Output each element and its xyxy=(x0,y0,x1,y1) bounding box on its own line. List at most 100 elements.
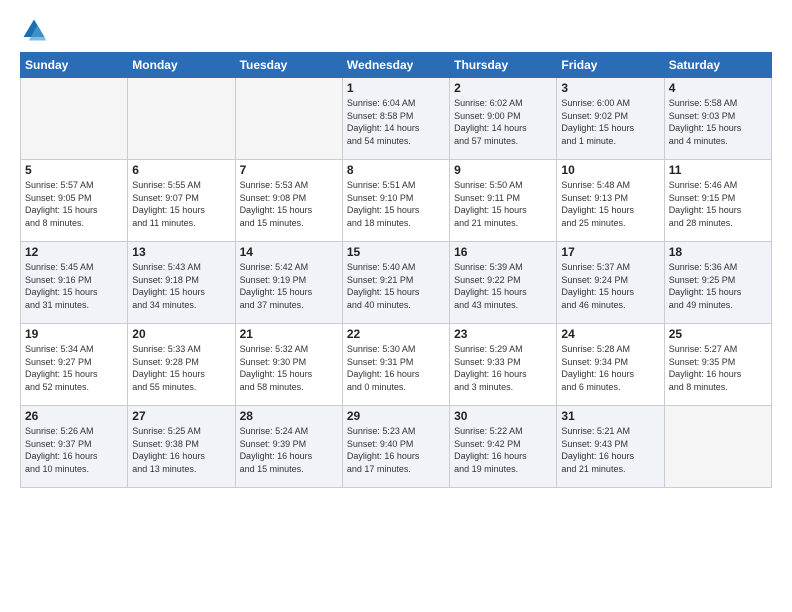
day-cell: 21 Sunrise: 5:32 AM Sunset: 9:30 PM Dayli… xyxy=(235,324,342,406)
day-info: Sunrise: 5:25 AM Sunset: 9:38 PM Dayligh… xyxy=(132,425,230,475)
week-row-1: 1 Sunrise: 6:04 AM Sunset: 8:58 PM Daylig… xyxy=(21,78,772,160)
day-info: Sunrise: 5:24 AM Sunset: 9:39 PM Dayligh… xyxy=(240,425,338,475)
day-cell: 11 Sunrise: 5:46 AM Sunset: 9:15 PM Dayli… xyxy=(664,160,771,242)
day-info: Sunrise: 6:04 AM Sunset: 8:58 PM Dayligh… xyxy=(347,97,445,147)
header-cell-saturday: Saturday xyxy=(664,53,771,78)
day-cell: 5Sunrise: 5:57 AM Sunset: 9:05 PM Daylig… xyxy=(21,160,128,242)
day-cell: 19 Sunrise: 5:34 AM Sunset: 9:27 PM Dayli… xyxy=(21,324,128,406)
day-number: 12 xyxy=(25,245,123,259)
day-number: 17 xyxy=(561,245,659,259)
week-row-4: 19 Sunrise: 5:34 AM Sunset: 9:27 PM Dayli… xyxy=(21,324,772,406)
day-info: Sunrise: 5:48 AM Sunset: 9:13 PM Dayligh… xyxy=(561,179,659,229)
day-info: Sunrise: 5:45 AM Sunset: 9:16 PM Dayligh… xyxy=(25,261,123,311)
day-number: 8 xyxy=(347,163,445,177)
logo-icon xyxy=(20,16,48,44)
day-info: Sunrise: 5:39 AM Sunset: 9:22 PM Dayligh… xyxy=(454,261,552,311)
page: SundayMondayTuesdayWednesdayThursdayFrid… xyxy=(0,0,792,612)
day-info: Sunrise: 5:37 AM Sunset: 9:24 PM Dayligh… xyxy=(561,261,659,311)
day-number: 10 xyxy=(561,163,659,177)
day-cell: 12 Sunrise: 5:45 AM Sunset: 9:16 PM Dayli… xyxy=(21,242,128,324)
day-info: Sunrise: 5:53 AM Sunset: 9:08 PM Dayligh… xyxy=(240,179,338,229)
day-info: Sunrise: 5:42 AM Sunset: 9:19 PM Dayligh… xyxy=(240,261,338,311)
day-number: 19 xyxy=(25,327,123,341)
day-info: Sunrise: 5:50 AM Sunset: 9:11 PM Dayligh… xyxy=(454,179,552,229)
header-cell-thursday: Thursday xyxy=(450,53,557,78)
day-cell: 3 Sunrise: 6:00 AM Sunset: 9:02 PM Daylig… xyxy=(557,78,664,160)
day-number: 6 xyxy=(132,163,230,177)
day-cell: 26Sunrise: 5:26 AM Sunset: 9:37 PM Dayli… xyxy=(21,406,128,488)
day-number: 3 xyxy=(561,81,659,95)
day-info: Sunrise: 6:00 AM Sunset: 9:02 PM Dayligh… xyxy=(561,97,659,147)
day-cell xyxy=(128,78,235,160)
header-cell-friday: Friday xyxy=(557,53,664,78)
header-cell-tuesday: Tuesday xyxy=(235,53,342,78)
day-cell: 10 Sunrise: 5:48 AM Sunset: 9:13 PM Dayli… xyxy=(557,160,664,242)
day-info: Sunrise: 5:58 AM Sunset: 9:03 PM Dayligh… xyxy=(669,97,767,147)
day-info: Sunrise: 5:28 AM Sunset: 9:34 PM Dayligh… xyxy=(561,343,659,393)
day-info: Sunrise: 6:02 AM Sunset: 9:00 PM Dayligh… xyxy=(454,97,552,147)
day-number: 1 xyxy=(347,81,445,95)
day-number: 9 xyxy=(454,163,552,177)
week-row-3: 12 Sunrise: 5:45 AM Sunset: 9:16 PM Dayli… xyxy=(21,242,772,324)
day-cell: 25Sunrise: 5:27 AM Sunset: 9:35 PM Dayli… xyxy=(664,324,771,406)
day-info: Sunrise: 5:27 AM Sunset: 9:35 PM Dayligh… xyxy=(669,343,767,393)
day-info: Sunrise: 5:23 AM Sunset: 9:40 PM Dayligh… xyxy=(347,425,445,475)
day-number: 27 xyxy=(132,409,230,423)
day-cell: 30 Sunrise: 5:22 AM Sunset: 9:42 PM Dayli… xyxy=(450,406,557,488)
day-cell: 8 Sunrise: 5:51 AM Sunset: 9:10 PM Daylig… xyxy=(342,160,449,242)
day-cell: 23 Sunrise: 5:29 AM Sunset: 9:33 PM Dayli… xyxy=(450,324,557,406)
header xyxy=(20,16,772,44)
day-number: 20 xyxy=(132,327,230,341)
day-info: Sunrise: 5:57 AM Sunset: 9:05 PM Dayligh… xyxy=(25,179,123,229)
day-cell xyxy=(235,78,342,160)
day-number: 11 xyxy=(669,163,767,177)
calendar: SundayMondayTuesdayWednesdayThursdayFrid… xyxy=(20,52,772,488)
day-number: 4 xyxy=(669,81,767,95)
day-number: 30 xyxy=(454,409,552,423)
week-row-2: 5Sunrise: 5:57 AM Sunset: 9:05 PM Daylig… xyxy=(21,160,772,242)
day-cell: 15 Sunrise: 5:40 AM Sunset: 9:21 PM Dayli… xyxy=(342,242,449,324)
day-number: 29 xyxy=(347,409,445,423)
day-number: 16 xyxy=(454,245,552,259)
day-number: 15 xyxy=(347,245,445,259)
day-number: 28 xyxy=(240,409,338,423)
day-number: 26 xyxy=(25,409,123,423)
day-info: Sunrise: 5:55 AM Sunset: 9:07 PM Dayligh… xyxy=(132,179,230,229)
day-info: Sunrise: 5:29 AM Sunset: 9:33 PM Dayligh… xyxy=(454,343,552,393)
day-info: Sunrise: 5:33 AM Sunset: 9:28 PM Dayligh… xyxy=(132,343,230,393)
day-info: Sunrise: 5:40 AM Sunset: 9:21 PM Dayligh… xyxy=(347,261,445,311)
calendar-header: SundayMondayTuesdayWednesdayThursdayFrid… xyxy=(21,53,772,78)
day-cell: 4 Sunrise: 5:58 AM Sunset: 9:03 PM Daylig… xyxy=(664,78,771,160)
day-cell: 13 Sunrise: 5:43 AM Sunset: 9:18 PM Dayli… xyxy=(128,242,235,324)
header-row: SundayMondayTuesdayWednesdayThursdayFrid… xyxy=(21,53,772,78)
day-info: Sunrise: 5:32 AM Sunset: 9:30 PM Dayligh… xyxy=(240,343,338,393)
header-cell-sunday: Sunday xyxy=(21,53,128,78)
day-cell: 16 Sunrise: 5:39 AM Sunset: 9:22 PM Dayli… xyxy=(450,242,557,324)
calendar-body: 1 Sunrise: 6:04 AM Sunset: 8:58 PM Daylig… xyxy=(21,78,772,488)
day-info: Sunrise: 5:46 AM Sunset: 9:15 PM Dayligh… xyxy=(669,179,767,229)
day-number: 22 xyxy=(347,327,445,341)
header-cell-monday: Monday xyxy=(128,53,235,78)
day-info: Sunrise: 5:43 AM Sunset: 9:18 PM Dayligh… xyxy=(132,261,230,311)
header-cell-wednesday: Wednesday xyxy=(342,53,449,78)
day-cell: 2 Sunrise: 6:02 AM Sunset: 9:00 PM Daylig… xyxy=(450,78,557,160)
day-cell: 9 Sunrise: 5:50 AM Sunset: 9:11 PM Daylig… xyxy=(450,160,557,242)
day-number: 23 xyxy=(454,327,552,341)
day-cell: 20 Sunrise: 5:33 AM Sunset: 9:28 PM Dayli… xyxy=(128,324,235,406)
day-cell: 22Sunrise: 5:30 AM Sunset: 9:31 PM Dayli… xyxy=(342,324,449,406)
day-cell xyxy=(21,78,128,160)
day-info: Sunrise: 5:51 AM Sunset: 9:10 PM Dayligh… xyxy=(347,179,445,229)
day-info: Sunrise: 5:34 AM Sunset: 9:27 PM Dayligh… xyxy=(25,343,123,393)
day-number: 31 xyxy=(561,409,659,423)
day-number: 2 xyxy=(454,81,552,95)
day-cell: 24Sunrise: 5:28 AM Sunset: 9:34 PM Dayli… xyxy=(557,324,664,406)
day-info: Sunrise: 5:21 AM Sunset: 9:43 PM Dayligh… xyxy=(561,425,659,475)
day-number: 13 xyxy=(132,245,230,259)
day-cell: 17 Sunrise: 5:37 AM Sunset: 9:24 PM Dayli… xyxy=(557,242,664,324)
day-number: 18 xyxy=(669,245,767,259)
day-number: 21 xyxy=(240,327,338,341)
day-info: Sunrise: 5:22 AM Sunset: 9:42 PM Dayligh… xyxy=(454,425,552,475)
day-cell: 14Sunrise: 5:42 AM Sunset: 9:19 PM Dayli… xyxy=(235,242,342,324)
day-cell xyxy=(664,406,771,488)
day-cell: 31 Sunrise: 5:21 AM Sunset: 9:43 PM Dayli… xyxy=(557,406,664,488)
